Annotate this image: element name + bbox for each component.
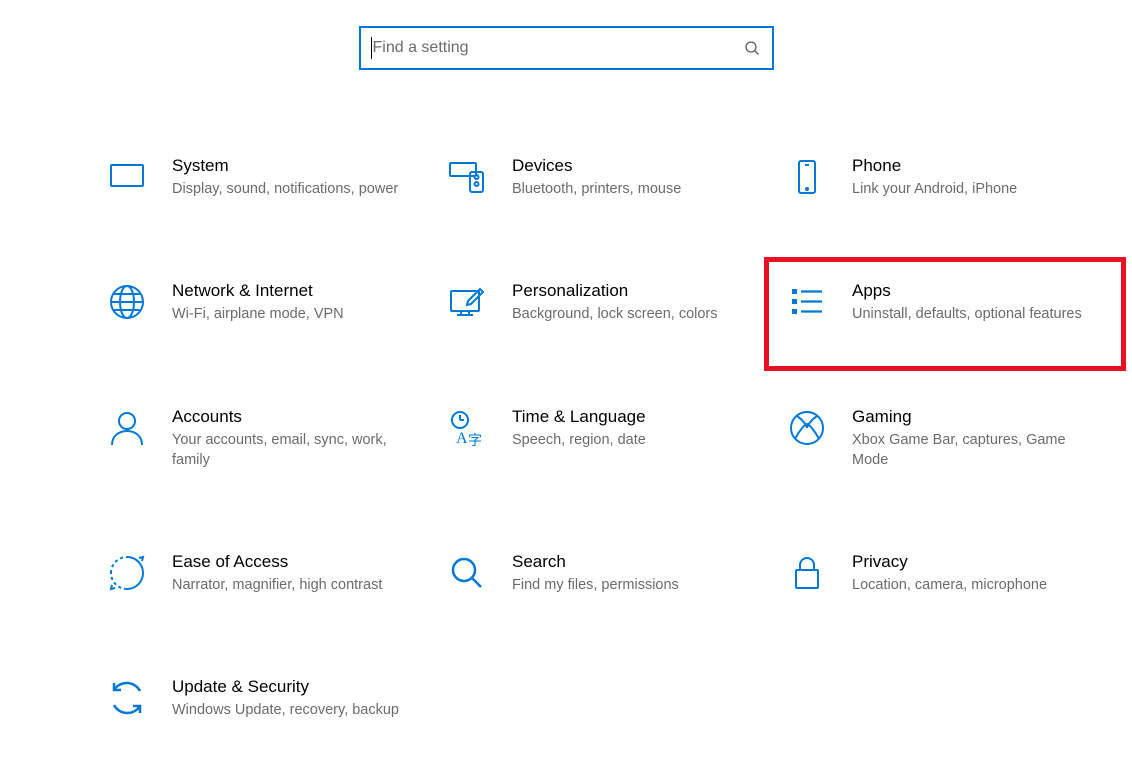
personalization-icon: [446, 281, 488, 323]
tile-text: Search Find my files, permissions: [512, 552, 774, 595]
tile-update-security[interactable]: Update & Security Windows Update, recove…: [100, 667, 440, 730]
tile-network[interactable]: Network & Internet Wi-Fi, airplane mode,…: [100, 271, 440, 334]
tile-desc: Speech, region, date: [512, 430, 754, 450]
search-box[interactable]: [359, 26, 774, 70]
tile-desc: Your accounts, email, sync, work, family: [172, 430, 414, 471]
tile-desc: Display, sound, notifications, power: [172, 179, 414, 199]
apps-icon: [786, 281, 828, 323]
tile-desc: Uninstall, defaults, optional features: [852, 304, 1094, 324]
tile-text: Ease of Access Narrator, magnifier, high…: [172, 552, 434, 595]
settings-grid: System Display, sound, notifications, po…: [0, 110, 1132, 731]
tile-title: System: [172, 156, 414, 176]
search-container: [0, 0, 1132, 110]
tile-text: Personalization Background, lock screen,…: [512, 281, 774, 324]
tile-system[interactable]: System Display, sound, notifications, po…: [100, 146, 440, 209]
tile-text: Update & Security Windows Update, recove…: [172, 677, 434, 720]
tile-gaming[interactable]: Gaming Xbox Game Bar, captures, Game Mod…: [780, 397, 1120, 481]
tile-title: Personalization: [512, 281, 754, 301]
tile-text: Devices Bluetooth, printers, mouse: [512, 156, 774, 199]
tile-desc: Windows Update, recovery, backup: [172, 700, 414, 720]
tile-personalization[interactable]: Personalization Background, lock screen,…: [440, 271, 780, 334]
tile-title: Privacy: [852, 552, 1094, 572]
tile-devices[interactable]: Devices Bluetooth, printers, mouse: [440, 146, 780, 209]
devices-icon: [446, 156, 488, 198]
tile-apps[interactable]: Apps Uninstall, defaults, optional featu…: [780, 271, 1120, 334]
xbox-icon: [786, 407, 828, 449]
magnifier-icon: [446, 552, 488, 594]
tile-text: Network & Internet Wi-Fi, airplane mode,…: [172, 281, 434, 324]
tile-text: Gaming Xbox Game Bar, captures, Game Mod…: [852, 407, 1114, 471]
time-language-icon: A 字: [446, 407, 488, 449]
tile-desc: Narrator, magnifier, high contrast: [172, 575, 414, 595]
tile-accounts[interactable]: Accounts Your accounts, email, sync, wor…: [100, 397, 440, 481]
tile-desc: Background, lock screen, colors: [512, 304, 754, 324]
tile-title: Time & Language: [512, 407, 754, 427]
tile-desc: Location, camera, microphone: [852, 575, 1094, 595]
tile-time-language[interactable]: A 字 Time & Language Speech, region, date: [440, 397, 780, 481]
tile-title: Search: [512, 552, 754, 572]
tile-search[interactable]: Search Find my files, permissions: [440, 542, 780, 605]
phone-icon: [786, 156, 828, 198]
search-input[interactable]: [373, 39, 744, 57]
tile-phone[interactable]: Phone Link your Android, iPhone: [780, 146, 1120, 209]
globe-icon: [106, 281, 148, 323]
tile-desc: Bluetooth, printers, mouse: [512, 179, 754, 199]
ease-of-access-icon: [106, 552, 148, 594]
tile-text: Apps Uninstall, defaults, optional featu…: [852, 281, 1114, 324]
tile-title: Network & Internet: [172, 281, 414, 301]
tile-title: Accounts: [172, 407, 414, 427]
tile-title: Ease of Access: [172, 552, 414, 572]
system-icon: [106, 156, 148, 198]
tile-text: Time & Language Speech, region, date: [512, 407, 774, 450]
tile-title: Phone: [852, 156, 1094, 176]
tile-desc: Find my files, permissions: [512, 575, 754, 595]
person-icon: [106, 407, 148, 449]
tile-text: Phone Link your Android, iPhone: [852, 156, 1114, 199]
tile-desc: Link your Android, iPhone: [852, 179, 1094, 199]
tile-title: Apps: [852, 281, 1094, 301]
tile-title: Gaming: [852, 407, 1094, 427]
tile-privacy[interactable]: Privacy Location, camera, microphone: [780, 542, 1120, 605]
tile-desc: Xbox Game Bar, captures, Game Mode: [852, 430, 1094, 471]
text-caret: [371, 37, 372, 59]
tile-ease-of-access[interactable]: Ease of Access Narrator, magnifier, high…: [100, 542, 440, 605]
tile-title: Update & Security: [172, 677, 414, 697]
svg-text:A: A: [456, 430, 468, 447]
tile-title: Devices: [512, 156, 754, 176]
svg-text:字: 字: [468, 433, 482, 449]
update-icon: [106, 677, 148, 719]
tile-desc: Wi-Fi, airplane mode, VPN: [172, 304, 414, 324]
lock-icon: [786, 552, 828, 594]
tile-text: Accounts Your accounts, email, sync, wor…: [172, 407, 434, 471]
tile-text: System Display, sound, notifications, po…: [172, 156, 434, 199]
search-icon: [744, 40, 760, 56]
tile-text: Privacy Location, camera, microphone: [852, 552, 1114, 595]
